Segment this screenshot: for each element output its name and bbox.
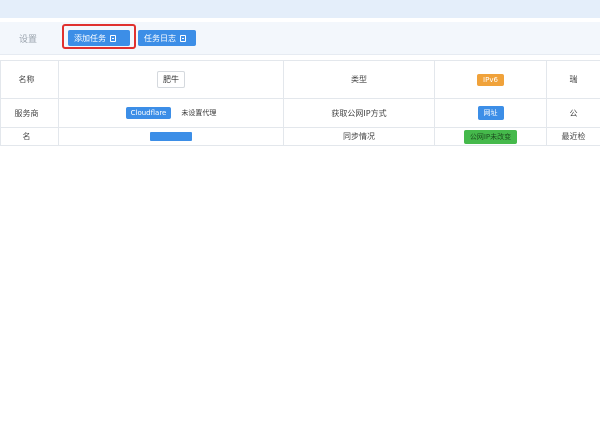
name-value: 肥牛	[157, 71, 185, 88]
document-icon	[180, 34, 186, 42]
task-info-table: 名称 肥牛 类型 IPv6 瑞 服务商 Cloudflare 未设置代理 获取公网…	[0, 60, 600, 146]
top-header-bar	[0, 0, 600, 18]
sync-status-badge: 公网IP未改变	[463, 129, 518, 144]
ip-method-label: 获取公网IP方式	[283, 98, 435, 128]
type-label: 类型	[283, 60, 435, 99]
provider-label: 服务商	[14, 108, 39, 118]
table-row: 名 同步情况 公网IP未改变 最近检	[0, 127, 600, 146]
domain-value-redacted	[150, 132, 192, 141]
tab-settings[interactable]: 设置	[19, 32, 37, 45]
sync-label: 同步情况	[283, 127, 435, 146]
toolbar: 设置 添加任务 任务日志	[0, 22, 600, 55]
truncated-label: 瑞	[546, 60, 600, 99]
table-row: 名称 肥牛 类型 IPv6 瑞	[0, 60, 600, 99]
ip-method-badge: 网址	[477, 106, 504, 120]
truncated-label: 最近检	[546, 127, 600, 146]
task-log-label: 任务日志	[144, 33, 176, 43]
name-label: 名称	[18, 75, 35, 84]
type-badge: IPv6	[477, 73, 504, 86]
provider-badge: Cloudflare	[125, 107, 172, 119]
highlight-annotation-box	[62, 24, 136, 49]
domain-label: 名	[22, 132, 31, 141]
task-log-button[interactable]: 任务日志	[138, 30, 196, 46]
truncated-label: 公	[546, 98, 600, 128]
proxy-status: 未设置代理	[181, 109, 217, 117]
table-row: 服务商 Cloudflare 未设置代理 获取公网IP方式 网址 公	[0, 98, 600, 128]
